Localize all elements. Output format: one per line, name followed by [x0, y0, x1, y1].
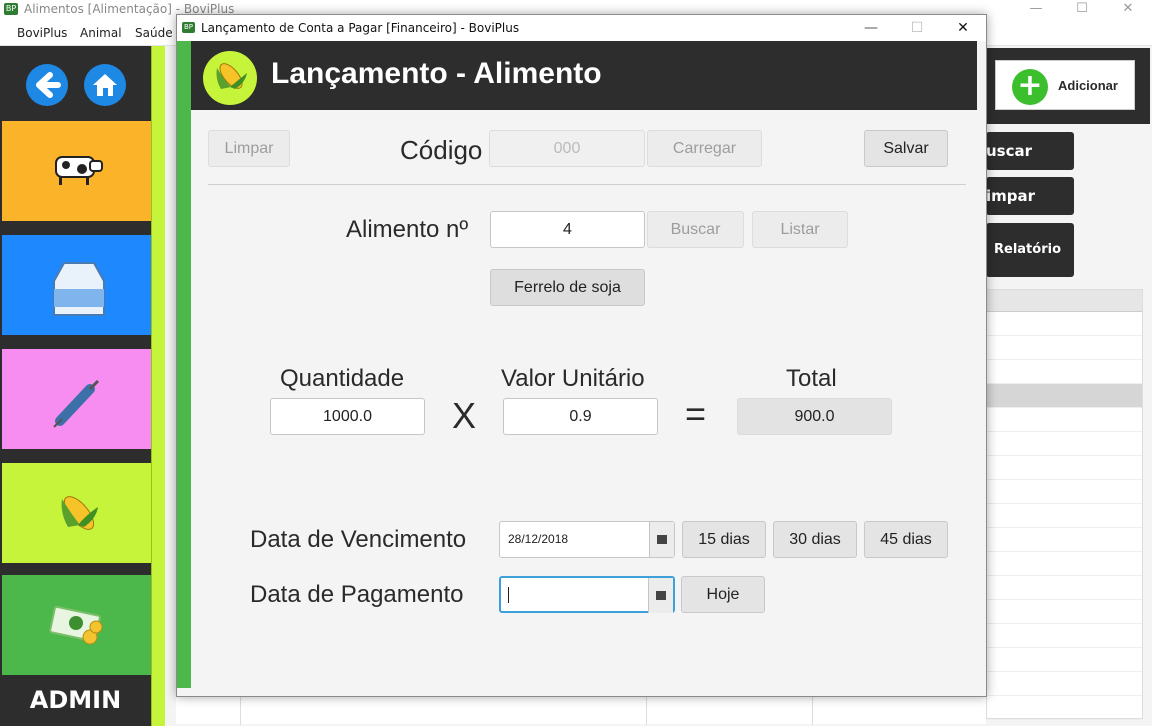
- code-label: Código: [400, 135, 483, 165]
- sidebar: ADMIN: [0, 46, 151, 726]
- table-row[interactable]: [987, 624, 1142, 648]
- cow-icon: [55, 156, 103, 185]
- sidebar-tile-cattle[interactable]: [2, 121, 151, 221]
- table-row[interactable]: [987, 360, 1142, 384]
- due-date-picker[interactable]: 28/12/2018: [499, 521, 675, 558]
- payment-today-button[interactable]: Hoje: [681, 576, 765, 613]
- back-button[interactable]: [26, 64, 68, 106]
- save-button[interactable]: Salvar: [864, 130, 948, 167]
- plus-icon: +: [1012, 69, 1048, 105]
- add-button[interactable]: + Adicionar: [995, 60, 1135, 110]
- home-icon: [93, 74, 117, 96]
- report-button[interactable]: Relatório: [986, 223, 1074, 277]
- times-symbol: X: [452, 395, 477, 436]
- add-button-label: Adicionar: [1058, 78, 1118, 93]
- clear-button[interactable]: impar: [986, 177, 1074, 215]
- milk-carton-icon: [53, 262, 105, 316]
- dialog-close-button[interactable]: ✕: [940, 15, 986, 41]
- dialog-banner: Lançamento - Alimento: [191, 41, 977, 110]
- admin-label: ADMIN: [29, 686, 122, 714]
- sidebar-tile-milk[interactable]: [2, 235, 151, 335]
- arrow-left-icon: [36, 72, 61, 98]
- food-number-label: Alimento nº: [346, 216, 469, 243]
- dialog-title: Lançamento de Conta a Pagar [Financeiro]…: [201, 21, 520, 35]
- table-row[interactable]: [987, 648, 1142, 672]
- dialog-maximize-button[interactable]: ☐: [894, 15, 940, 41]
- food-name-display: Ferrelo de soja: [490, 269, 645, 306]
- code-field[interactable]: 000: [489, 130, 645, 167]
- table-row[interactable]: [987, 528, 1142, 552]
- clear-form-button[interactable]: Limpar: [208, 130, 290, 167]
- food-list-button[interactable]: Listar: [752, 211, 848, 248]
- search-button-label: uscar: [986, 142, 1033, 160]
- food-number-field[interactable]: 4: [490, 211, 645, 248]
- syringe-icon: [53, 379, 100, 428]
- menu-saude[interactable]: Saúde: [135, 26, 173, 40]
- corn-icon: [61, 496, 98, 530]
- payment-date-picker[interactable]: [499, 576, 675, 613]
- main-close-button[interactable]: ✕: [1105, 0, 1151, 20]
- clear-button-label: impar: [986, 187, 1036, 205]
- total-label: Total: [786, 365, 837, 392]
- total-field: 900.0: [737, 398, 892, 435]
- table-row[interactable]: [987, 480, 1142, 504]
- due-15-days-button[interactable]: 15 dias: [682, 521, 766, 558]
- sidebar-divider: [151, 46, 165, 726]
- table-row[interactable]: [987, 672, 1142, 696]
- table-row[interactable]: [987, 384, 1142, 408]
- table-row[interactable]: [987, 432, 1142, 456]
- sidebar-tile-food[interactable]: [2, 463, 151, 563]
- due-30-days-button[interactable]: 30 dias: [773, 521, 857, 558]
- dialog-minimize-button[interactable]: —: [848, 15, 894, 41]
- table-header: [987, 290, 1142, 312]
- records-table: [986, 289, 1143, 720]
- table-row[interactable]: [987, 576, 1142, 600]
- dialog-accent-bar: [177, 41, 191, 688]
- food-search-button[interactable]: Buscar: [647, 211, 744, 248]
- dialog-titlebar: BP Lançamento de Conta a Pagar [Financei…: [177, 15, 986, 41]
- unit-value-field[interactable]: 0.9: [503, 398, 658, 435]
- due-45-days-button[interactable]: 45 dias: [864, 521, 948, 558]
- unit-value-label: Valor Unitário: [501, 365, 645, 392]
- table-row[interactable]: [987, 336, 1142, 360]
- quantity-label: Quantidade: [280, 365, 405, 392]
- main-maximize-button[interactable]: ☐: [1059, 0, 1105, 20]
- calendar-icon[interactable]: [648, 578, 673, 613]
- quantity-field[interactable]: 1000.0: [270, 398, 425, 435]
- payable-dialog: BP Lançamento de Conta a Pagar [Financei…: [176, 14, 987, 697]
- menu-boviplus[interactable]: BoviPlus: [17, 26, 67, 40]
- search-button[interactable]: uscar: [986, 132, 1074, 170]
- money-icon: [49, 605, 103, 645]
- due-date-value: 28/12/2018: [508, 532, 569, 546]
- report-button-label: Relatório: [994, 242, 1061, 257]
- payment-date-label: Data de Pagamento: [250, 581, 464, 608]
- table-row[interactable]: [987, 600, 1142, 624]
- table-row[interactable]: [987, 408, 1142, 432]
- menu-animal[interactable]: Animal: [80, 26, 122, 40]
- corn-icon: [203, 51, 257, 105]
- sidebar-tile-finance[interactable]: [2, 575, 151, 675]
- due-date-label: Data de Vencimento: [250, 526, 467, 553]
- divider: [208, 184, 966, 185]
- home-button[interactable]: [84, 64, 126, 106]
- equals-symbol: =: [685, 393, 707, 434]
- table-row[interactable]: [987, 696, 1142, 720]
- table-row[interactable]: [987, 504, 1142, 528]
- app-logo-icon: BP: [182, 22, 195, 33]
- main-minimize-button[interactable]: —: [1013, 0, 1059, 20]
- sidebar-tile-health[interactable]: [2, 349, 151, 449]
- load-button[interactable]: Carregar: [647, 130, 762, 167]
- text-cursor: [508, 587, 509, 603]
- table-row[interactable]: [987, 456, 1142, 480]
- app-logo-icon: BP: [4, 3, 18, 15]
- table-row[interactable]: [987, 552, 1142, 576]
- banner-title: Lançamento - Alimento: [271, 57, 602, 90]
- calendar-icon[interactable]: [649, 522, 674, 557]
- table-row[interactable]: [987, 312, 1142, 336]
- table-bottom: [176, 696, 986, 725]
